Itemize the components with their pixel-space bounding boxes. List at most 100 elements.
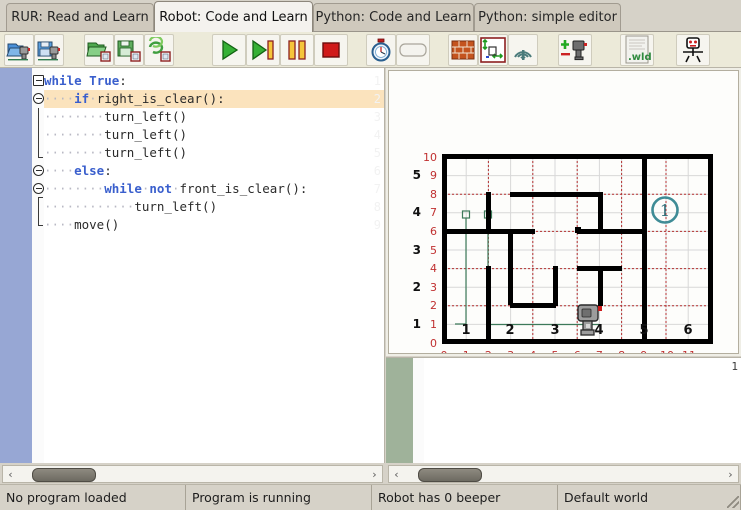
code-token: ···· — [44, 217, 75, 232]
editor-text-area[interactable]: while True: ····if·right_is_clear(): ···… — [44, 68, 384, 463]
output-editor-gutter — [386, 358, 413, 463]
reload-button[interactable] — [144, 34, 174, 66]
svg-text:5: 5 — [639, 323, 648, 338]
scroll-right-arrow[interactable]: › — [723, 466, 738, 482]
svg-text:10: 10 — [660, 349, 674, 353]
scroll-thumb[interactable] — [418, 468, 482, 482]
editor-hscrollbar[interactable]: ‹ › — [2, 465, 383, 483]
scroll-track[interactable] — [18, 466, 367, 482]
beeper-sound-button[interactable] — [508, 34, 538, 66]
code-line: ····else: — [44, 162, 112, 180]
scroll-left-arrow[interactable]: ‹ — [3, 466, 18, 482]
svg-text:5: 5 — [552, 349, 559, 353]
svg-text:3: 3 — [430, 281, 437, 294]
step-button[interactable] — [246, 34, 280, 66]
svg-text:7: 7 — [596, 349, 603, 353]
svg-text:8: 8 — [430, 188, 437, 201]
tab-bar: RUR: Read and Learn Python: Code and Lea… — [0, 0, 741, 32]
wld-file-icon: .wld — [625, 35, 651, 64]
stop-red-icon — [322, 42, 340, 58]
add-robot-button[interactable] — [558, 34, 592, 66]
fold-toggle-line-7[interactable] — [33, 183, 44, 194]
svg-text:2: 2 — [505, 323, 514, 338]
code-token: move() — [74, 217, 120, 232]
fold-toggle-line-1[interactable] — [33, 75, 44, 86]
code-token: not — [149, 181, 172, 196]
save-world-button[interactable] — [34, 34, 64, 66]
tab-python-simple-editor[interactable]: Python: simple editor — [474, 3, 621, 31]
svg-text:2: 2 — [413, 280, 421, 294]
stop-button[interactable] — [314, 34, 348, 66]
toolbar-group-world-io — [4, 33, 64, 67]
tab-robot-code-and-learn[interactable]: Robot: Code and Learn — [154, 1, 313, 32]
svg-text:4: 4 — [430, 262, 437, 275]
code-token: : — [119, 73, 127, 88]
svg-text:2: 2 — [430, 299, 437, 312]
reload-python-icon — [148, 37, 171, 62]
svg-text:3: 3 — [550, 323, 559, 338]
output-hscrollbar[interactable]: ‹ › — [388, 465, 739, 483]
x-axis-block-labels: 1 2 3 4 5 6 — [461, 323, 692, 338]
beeper-count: 1 — [660, 201, 670, 220]
x-axis-tick-labels: 0 1 2 3 4 5 6 7 8 9 10 11 — [441, 349, 697, 353]
svg-text:9: 9 — [430, 169, 437, 182]
svg-text:6: 6 — [683, 323, 692, 338]
svg-text:10: 10 — [423, 151, 437, 164]
code-line: while True: — [44, 72, 127, 90]
tab-python-code-and-learn[interactable]: Python: Code and Learn — [313, 3, 474, 31]
scroll-right-arrow[interactable]: › — [367, 466, 382, 482]
toolbar-group-help — [676, 33, 710, 67]
save-file-button[interactable] — [114, 34, 144, 66]
code-token: else — [74, 163, 105, 178]
code-token: turn_left() — [134, 199, 218, 214]
open-file-button[interactable] — [84, 34, 114, 66]
run-button[interactable] — [212, 34, 246, 66]
resize-world-button[interactable] — [478, 34, 508, 66]
toolbar-group-speed — [366, 33, 430, 67]
robot-code-editor[interactable]: 1 2 3 4 5 6 7 8 9 while True: ····if·rig… — [0, 68, 385, 463]
code-token: ········ — [44, 127, 105, 142]
application-window: RUR: Read and Learn Python: Code and Lea… — [0, 0, 741, 510]
walls-button[interactable] — [448, 34, 478, 66]
pause-button[interactable] — [280, 34, 314, 66]
open-world-button[interactable] — [4, 34, 34, 66]
code-token: turn_left() — [104, 109, 188, 124]
speed-button[interactable] — [366, 34, 396, 66]
scroll-left-arrow[interactable]: ‹ — [389, 466, 404, 482]
editor-gutter — [0, 68, 32, 463]
robot-world-canvas[interactable]: 1 0 1 2 3 4 5 6 7 8 9 10 1 2 3 4 5 — [389, 71, 738, 353]
status-beepers: Robot has 0 beeper — [372, 485, 558, 510]
fold-guide-end — [38, 225, 43, 226]
code-line: ········turn_left() — [44, 126, 187, 144]
beeper-marker[interactable]: 1 — [651, 196, 679, 224]
code-token: while — [104, 181, 142, 196]
resize-grip[interactable] — [727, 496, 739, 508]
svg-text:3: 3 — [507, 349, 514, 353]
fold-toggle-line-6[interactable] — [33, 165, 44, 176]
output-fold-column — [413, 358, 424, 463]
help-button[interactable] — [676, 34, 710, 66]
y-axis-block-labels: 1 2 3 4 5 — [413, 168, 421, 331]
svg-text:0: 0 — [441, 349, 448, 353]
code-token: ········ — [44, 145, 105, 160]
tab-rur-read-and-learn[interactable]: RUR: Read and Learn — [6, 3, 154, 31]
stopwatch-icon — [371, 38, 391, 62]
world-canvas-frame[interactable]: 1 0 1 2 3 4 5 6 7 8 9 10 1 2 3 4 5 1 2 3… — [388, 70, 739, 354]
scroll-track[interactable] — [404, 466, 723, 482]
code-token: if — [74, 91, 90, 106]
fold-toggle-line-2[interactable] — [33, 93, 44, 104]
resize-world-icon — [480, 37, 506, 63]
code-token: · — [171, 181, 180, 196]
wld-file-button[interactable]: .wld — [620, 34, 654, 66]
toolbar-group-execution — [212, 33, 348, 67]
code-token: : — [104, 163, 112, 178]
code-token: · — [89, 91, 97, 106]
folder-open-robot-icon — [6, 43, 30, 61]
code-line: ········turn_left() — [44, 144, 187, 162]
output-line-number: 1 — [731, 360, 738, 373]
svg-text:5: 5 — [430, 244, 437, 257]
scroll-thumb[interactable] — [32, 468, 96, 482]
output-editor[interactable]: 1 — [386, 357, 741, 463]
speed-slider-button[interactable] — [396, 34, 430, 66]
play-step-icon — [252, 39, 274, 61]
